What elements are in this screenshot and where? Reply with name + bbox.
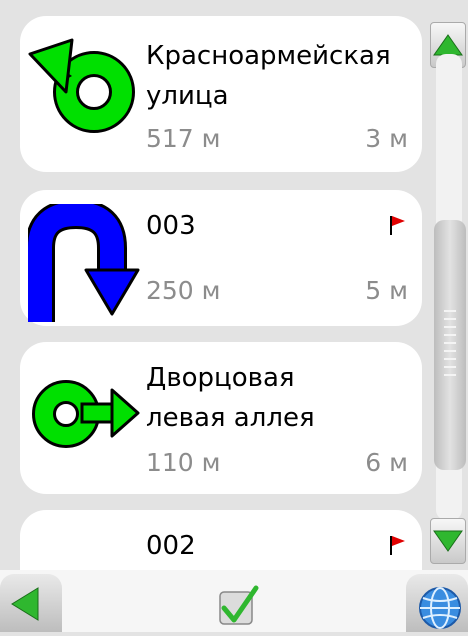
- grip-line: [444, 374, 456, 376]
- street-name: Красноармейская улица: [146, 36, 391, 116]
- map-button[interactable]: [406, 574, 468, 632]
- globe-icon: [419, 587, 461, 629]
- waypoint-name: 002: [146, 531, 196, 561]
- roundabout-right-icon: [32, 380, 140, 448]
- u-turn-icon: [28, 204, 140, 322]
- street-name-line: левая аллея: [146, 403, 315, 433]
- scroll-thumb[interactable]: [434, 220, 466, 470]
- time-label: 6 м: [365, 448, 408, 477]
- street-name-line: Дворцовая: [146, 363, 295, 393]
- distance-label: 517 м: [146, 124, 221, 153]
- street-name-line: Красноармейская: [146, 41, 391, 71]
- distance-label: 250 м: [146, 276, 221, 305]
- scrollbar[interactable]: [428, 0, 468, 570]
- distance-label: 110 м: [146, 448, 221, 477]
- waypoint-name: 003: [146, 211, 196, 241]
- grip-line: [444, 326, 456, 328]
- street-name: Дворцовая левая аллея: [146, 358, 315, 438]
- grip-line: [444, 358, 456, 360]
- roundabout-left-icon: [28, 38, 135, 133]
- list-item[interactable]: Красноармейская улица 517 м 3 м: [20, 16, 422, 172]
- grip-line: [444, 350, 456, 352]
- time-label: 3 м: [365, 124, 408, 153]
- time-label: 5 м: [365, 276, 408, 305]
- flag-icon: [390, 536, 405, 555]
- scroll-down-button[interactable]: [430, 518, 466, 564]
- list-item[interactable]: 002: [20, 510, 422, 570]
- grip-line: [444, 318, 456, 320]
- grip-line: [444, 366, 456, 368]
- confirm-button[interactable]: [210, 574, 264, 632]
- list-item[interactable]: 003 250 м 5 м: [20, 190, 422, 326]
- grip-line: [444, 310, 456, 312]
- street-name-line: улица: [146, 81, 229, 111]
- grip-line: [444, 334, 456, 336]
- arrow-down-icon: [433, 530, 463, 552]
- list-item[interactable]: Дворцовая левая аллея 110 м 6 м: [20, 342, 422, 494]
- flag-icon: [390, 216, 405, 235]
- bottom-toolbar: [0, 570, 468, 632]
- back-arrow-icon: [11, 587, 39, 621]
- back-button[interactable]: [0, 574, 62, 632]
- checkmark-icon: [219, 585, 259, 625]
- grip-line: [444, 342, 456, 344]
- route-list[interactable]: Красноармейская улица 517 м 3 м 003 250 …: [0, 0, 428, 570]
